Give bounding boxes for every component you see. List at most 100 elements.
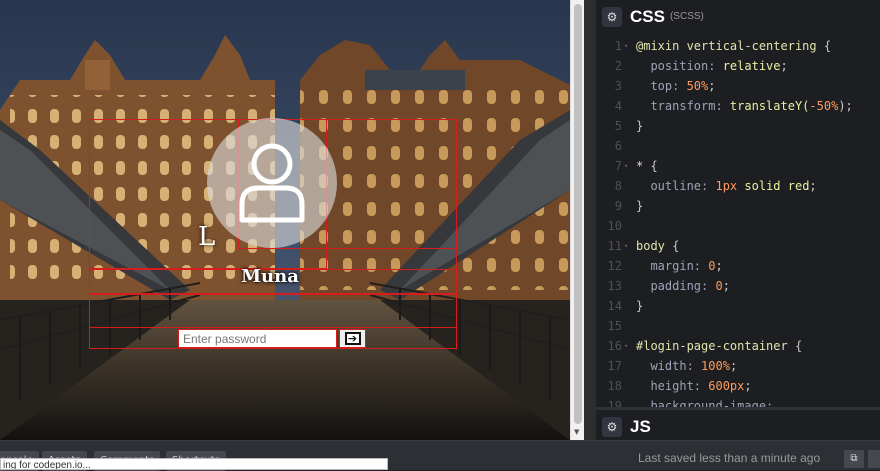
line-number: 8 [614,179,622,193]
code-line: 12 margin: 0; [596,256,880,276]
code-token: 0 [715,279,723,293]
code-token: #login-page-container [636,339,795,353]
code-token: ; [722,279,730,293]
code-line: 5} [596,116,880,136]
code-line: 4 transform: translateY(-50%); [596,96,880,116]
submit-button[interactable]: ➔ [339,329,366,348]
last-saved-status: Last saved less than a minute ago [638,451,821,465]
code-line: 7 ▾ * { [596,156,880,176]
code-token: body [636,239,673,253]
preview-scrollbar[interactable]: ▼ [570,0,584,440]
line-number: 6 [614,139,622,153]
code-token: { [794,339,803,353]
fold-arrow-icon[interactable]: ▾ [624,156,628,176]
open-external-icon[interactable]: ⧉ [844,450,864,468]
code-line: 6 [596,136,880,156]
code-token: height: [636,379,709,393]
code-token: vertical-centering [686,39,824,53]
preview-pane: L Muna ➔ [0,0,570,440]
code-token: } [636,119,644,133]
css-code-area[interactable]: 1 ▾ @mixin vertical-centering {2 position:… [596,36,880,407]
code-line: 16 ▾ #login-page-container { [596,336,880,356]
code-line: 1 ▾ @mixin vertical-centering { [596,36,880,56]
code-line: 13 padding: 0; [596,276,880,296]
js-editor-title: JS [630,416,651,436]
code-token: ; [744,379,752,393]
css-editor-panel: ⚙ CSS (SCSS) 1 ▾ @mixin vertical-centering… [596,0,880,407]
code-token: ); [838,99,853,113]
code-token: -50% [809,99,839,113]
line-number: 15 [607,319,622,333]
code-token: ; [708,79,716,93]
code-token: top: [636,79,687,93]
line-number: 1 [614,39,622,53]
fold-arrow-icon[interactable]: ▾ [624,336,628,356]
css-editor-subtitle: (SCSS) [669,11,704,22]
username-label: Muna [241,266,299,287]
code-token: ; [780,59,788,73]
css-editor-header: ⚙ CSS (SCSS) [596,0,880,33]
code-line: 3 top: 50%; [596,76,880,96]
code-token: * [636,159,651,173]
password-input[interactable] [178,329,337,348]
js-settings-gear-icon[interactable]: ⚙ [602,416,622,437]
code-token: padding: [636,279,716,293]
code-line: 10 [596,216,880,236]
user-initial: L [198,222,216,252]
line-number: 11 [607,239,622,253]
code-token: background-image: [636,399,781,407]
code-token: solid red [744,179,810,193]
line-number: 14 [607,299,622,313]
line-number: 9 [614,199,622,213]
code-token: { [650,159,658,173]
status-tooltip: ing for codepen.io... [0,458,388,470]
code-token: ; [729,359,738,373]
fold-arrow-icon[interactable]: ▾ [624,236,628,256]
line-number: 5 [614,119,622,133]
css-settings-gear-icon[interactable]: ⚙ [602,6,622,27]
code-token: transform: [636,99,730,113]
code-line: 17 width: 100%; [596,356,880,376]
line-number: 13 [607,279,622,293]
code-token: ; [715,259,723,273]
line-number: 7 [614,159,622,173]
line-number: 18 [607,379,622,393]
code-line: 11 ▾ body { [596,236,880,256]
code-token: outline: [636,179,716,193]
code-token: position: [636,59,723,73]
code-line: 19 background-image: [596,396,880,407]
scroll-down-arrow-icon[interactable]: ▼ [574,428,579,436]
fold-arrow-icon[interactable]: ▾ [624,36,628,56]
line-number: 2 [614,59,622,73]
code-token: width: [636,359,702,373]
code-token: relative [722,59,781,73]
line-number: 16 [607,339,622,353]
pane-resize-handle[interactable] [584,0,596,440]
outline-form-box [89,294,457,328]
code-line: 15 [596,316,880,336]
js-editor-header: ⚙ JS [596,410,880,443]
code-line: 18 height: 600px; [596,376,880,396]
code-token: } [636,299,644,313]
code-token: margin: [636,259,709,273]
line-number: 10 [607,219,622,233]
code-token: 1px [715,179,745,193]
footer-edge-button[interactable] [868,450,880,468]
code-token: @mixin [636,39,687,53]
line-number: 3 [614,79,622,93]
code-line: 2 position: relative; [596,56,880,76]
code-token: 100% [701,359,730,373]
code-token: { [823,39,832,53]
code-token: 600px [708,379,745,393]
code-token: } [636,199,644,213]
css-editor-title: CSS [630,6,665,26]
line-number: 19 [607,399,622,407]
scroll-thumb[interactable] [574,4,582,424]
code-line: 8 outline: 1px solid red; [596,176,880,196]
line-number: 4 [614,99,622,113]
line-number: 12 [607,259,622,273]
code-token: ; [809,179,817,193]
code-token: 50% [686,79,709,93]
js-editor-panel[interactable]: ⚙ JS [596,407,880,443]
code-line: 14} [596,296,880,316]
